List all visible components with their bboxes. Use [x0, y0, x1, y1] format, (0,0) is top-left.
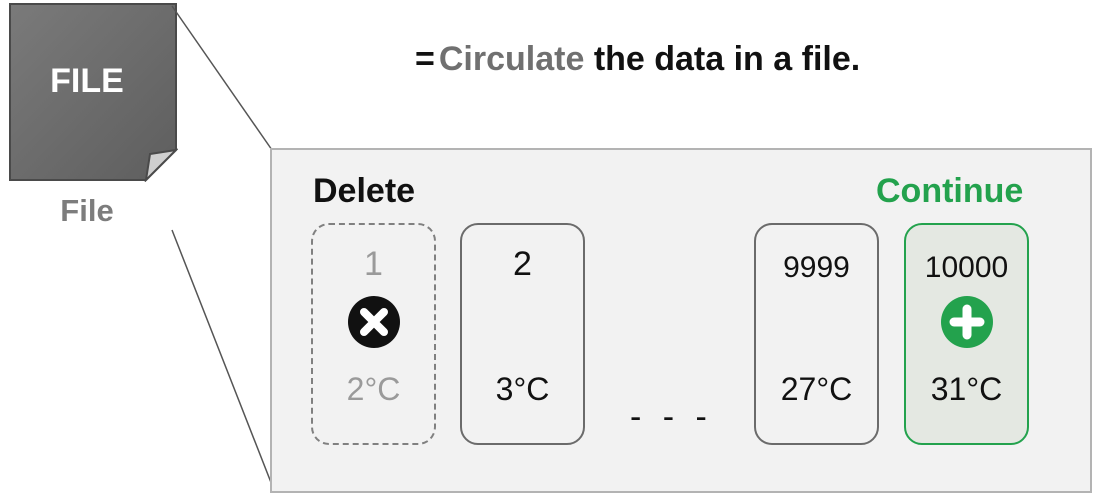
record-card-deleted: 1 2°C — [311, 223, 436, 445]
add-plus-icon — [941, 296, 993, 348]
delete-x-icon — [348, 296, 400, 348]
record-temperature: 2°C — [346, 371, 401, 407]
record-card: 2 3°C — [460, 223, 585, 445]
headline-highlight: Circulate — [438, 40, 585, 78]
record-number: 9999 — [783, 251, 850, 284]
record-number: 10000 — [924, 251, 1009, 284]
headline-rest: the data in a file. — [593, 40, 861, 78]
record-card-added: 10000 31°C — [904, 223, 1029, 445]
delete-label: Delete — [313, 172, 416, 210]
file-icon-label: FILE — [50, 62, 124, 100]
record-temperature: 3°C — [495, 371, 550, 407]
continue-label: Continue — [876, 172, 1024, 210]
record-card: 9999 27°C — [754, 223, 879, 445]
file-caption: File — [60, 193, 114, 228]
record-temperature: 31°C — [930, 371, 1003, 407]
record-number: 1 — [364, 245, 383, 283]
headline: = Circulate the data in a file. — [415, 40, 860, 79]
record-number: 2 — [513, 245, 532, 283]
headline-equals: = — [415, 40, 435, 78]
ellipsis: - - - — [630, 398, 713, 436]
record-temperature: 27°C — [780, 371, 853, 407]
